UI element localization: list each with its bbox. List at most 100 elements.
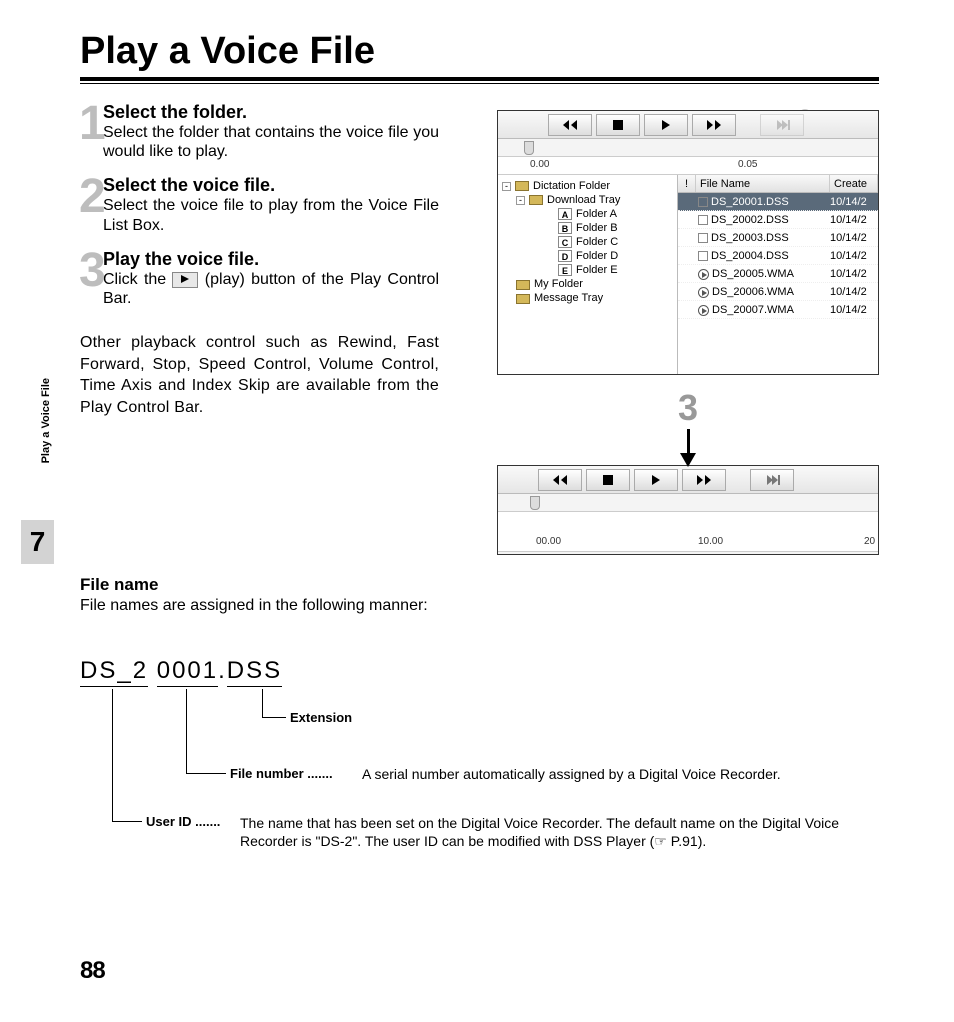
- dss-file-icon: [698, 233, 708, 243]
- list-row[interactable]: DS_20006.WMA10/14/2: [678, 283, 878, 301]
- col-created[interactable]: Create: [830, 175, 878, 192]
- folder-letter-icon: A: [558, 208, 572, 220]
- fast-forward-button[interactable]: [692, 114, 736, 136]
- skip-end-button[interactable]: [760, 114, 804, 136]
- collapse-icon[interactable]: -: [502, 182, 511, 191]
- userid-label: User ID .......: [146, 814, 220, 829]
- step-1: 1 Select the folder. Select the folder t…: [80, 102, 439, 161]
- stop-button[interactable]: [586, 469, 630, 491]
- wma-file-icon: [698, 269, 709, 280]
- slider-thumb-icon[interactable]: [524, 141, 534, 155]
- date-cell: 10/14/2: [830, 247, 878, 264]
- slider-thumb-icon[interactable]: [530, 496, 540, 510]
- tree-label: Folder E: [576, 264, 618, 276]
- step-header: Select the folder.: [103, 102, 439, 123]
- ruler-tick: 0.00: [530, 159, 549, 170]
- callout-3: 3: [497, 387, 879, 429]
- list-row[interactable]: DS_20005.WMA10/14/2: [678, 265, 878, 283]
- folder-tree[interactable]: -Dictation Folder -Download Tray AFolder…: [498, 175, 678, 374]
- filename-cell: DS_20001.DSS: [696, 193, 830, 210]
- list-row[interactable]: DS_20001.DSS10/14/2: [678, 193, 878, 211]
- step-header: Select the voice file.: [103, 175, 439, 196]
- folder-letter-icon: D: [558, 250, 572, 262]
- col-filename[interactable]: File Name: [696, 175, 830, 192]
- flag-cell: [678, 229, 696, 246]
- filename-section: File name File names are assigned in the…: [80, 575, 879, 879]
- time-ruler: 00.00 10.00 20: [498, 512, 878, 552]
- wma-file-icon: [698, 305, 709, 316]
- step-2: 2 Select the voice file. Select the voic…: [80, 175, 439, 234]
- step-3: 3 Play the voice file. Click the (play) …: [80, 249, 439, 308]
- tree-label: Folder C: [576, 236, 618, 248]
- list-row[interactable]: DS_20002.DSS10/14/2: [678, 211, 878, 229]
- filename-title: File name: [80, 575, 879, 595]
- folder-icon: [529, 195, 543, 205]
- folder-icon: [515, 181, 529, 191]
- collapse-icon[interactable]: -: [516, 196, 525, 205]
- filenum-label: File number .......: [230, 766, 333, 781]
- filename-ext: DSS: [227, 657, 282, 687]
- flag-cell: [678, 301, 696, 318]
- play-icon: [172, 272, 198, 288]
- dss-file-icon: [698, 197, 708, 207]
- ruler-tick: 00.00: [536, 536, 561, 547]
- step-number: 3: [79, 243, 106, 298]
- folder-letter-icon: E: [558, 264, 572, 276]
- ruler-tick: 0.05: [738, 159, 757, 170]
- folder-icon: [516, 280, 530, 290]
- userid-text: The name that has been set on the Digita…: [240, 814, 880, 850]
- app-screenshot-top: 0.00 0.05 -Dictation Folder -Download Tr…: [497, 110, 879, 375]
- filename-cell: DS_20002.DSS: [696, 211, 830, 228]
- filename-dot: .: [218, 657, 227, 686]
- extension-label: Extension: [290, 710, 352, 725]
- tree-label: Download Tray: [547, 194, 620, 206]
- play-button[interactable]: [634, 469, 678, 491]
- page-title: Play a Voice File: [80, 30, 879, 81]
- filename-number: 0001: [157, 657, 218, 687]
- list-row[interactable]: DS_20007.WMA10/14/2: [678, 301, 878, 319]
- time-slider[interactable]: [498, 139, 878, 157]
- dss-file-icon: [698, 215, 708, 225]
- tree-label: Dictation Folder: [533, 180, 610, 192]
- page-number: 88: [80, 957, 105, 985]
- side-label: Play a Voice File: [40, 378, 52, 463]
- date-cell: 10/14/2: [830, 211, 878, 228]
- skip-end-button[interactable]: [750, 469, 794, 491]
- filename-cell: DS_20003.DSS: [696, 229, 830, 246]
- rewind-button[interactable]: [548, 114, 592, 136]
- col-flag[interactable]: !: [678, 175, 696, 192]
- fast-forward-button[interactable]: [682, 469, 726, 491]
- filename-cell: DS_20004.DSS: [696, 247, 830, 264]
- app-screenshot-bottom: 00.00 10.00 20: [497, 465, 879, 555]
- play-control-bar: [498, 466, 878, 494]
- list-row[interactable]: DS_20003.DSS10/14/2: [678, 229, 878, 247]
- folder-icon: [516, 294, 530, 304]
- filename-desc: File names are assigned in the following…: [80, 597, 879, 615]
- section-number-tab: 7: [21, 520, 54, 564]
- stop-button[interactable]: [596, 114, 640, 136]
- file-list[interactable]: ! File Name Create DS_20001.DSS10/14/2DS…: [678, 175, 878, 374]
- flag-cell: [678, 193, 696, 210]
- filenum-text: A serial number automatically assigned b…: [362, 766, 879, 782]
- list-row[interactable]: DS_20004.DSS10/14/2: [678, 247, 878, 265]
- play-button[interactable]: [644, 114, 688, 136]
- play-control-bar: [498, 111, 878, 139]
- step-body: Select the folder that contains the voic…: [103, 123, 439, 161]
- step-header: Play the voice file.: [103, 249, 439, 270]
- flag-cell: [678, 265, 696, 282]
- steps-column: 1 Select the folder. Select the folder t…: [80, 102, 439, 555]
- date-cell: 10/14/2: [830, 283, 878, 300]
- other-controls-text: Other playback control such as Rewind, F…: [80, 332, 439, 418]
- tree-label: My Folder: [534, 278, 583, 290]
- filename-example: DS_2 0001.DSS: [80, 657, 879, 685]
- tree-label: Message Tray: [534, 292, 603, 304]
- ruler-tick: 10.00: [698, 536, 723, 547]
- date-cell: 10/14/2: [830, 301, 878, 318]
- step-body-pre: Click the: [103, 271, 172, 288]
- folder-letter-icon: B: [558, 222, 572, 234]
- wma-file-icon: [698, 287, 709, 298]
- time-slider[interactable]: [498, 494, 878, 512]
- rewind-button[interactable]: [538, 469, 582, 491]
- ruler-tick: 20: [864, 536, 875, 547]
- filename-cell: DS_20005.WMA: [696, 265, 830, 282]
